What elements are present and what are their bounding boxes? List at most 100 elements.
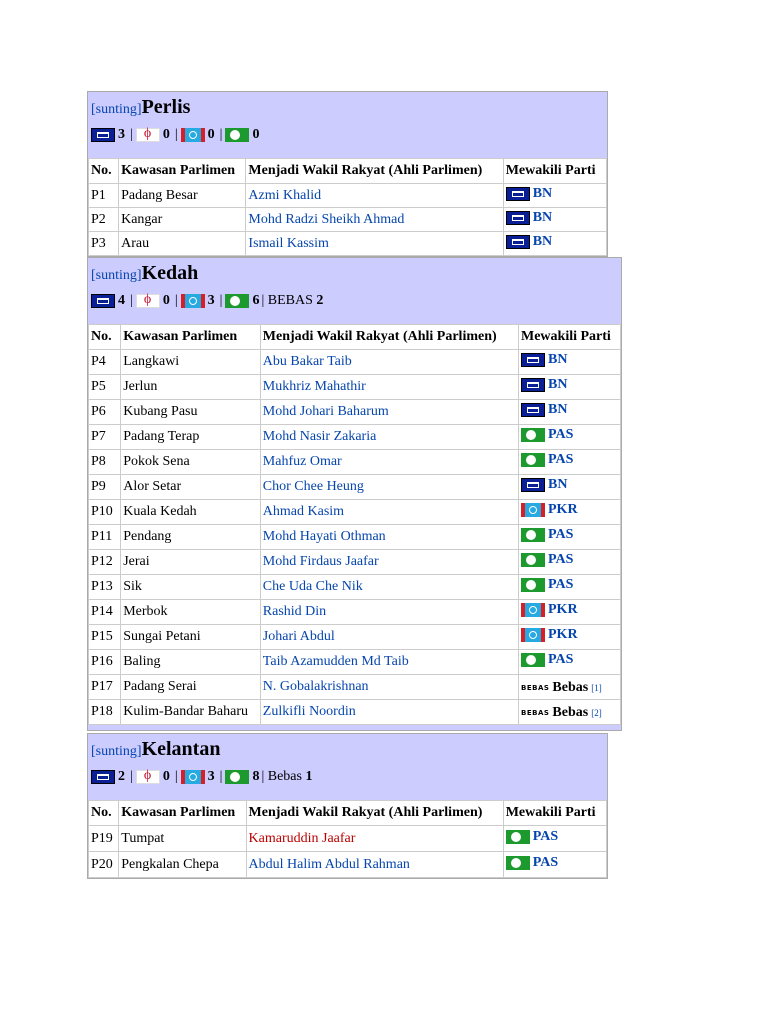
party-label[interactable]: PAS [521, 652, 573, 668]
seat-name: Pengkalan Chepa [118, 851, 247, 878]
mp-cell: Rashid Din [259, 599, 520, 625]
mp-link[interactable]: Kamaruddin Jaafar [249, 831, 356, 846]
mp-link[interactable]: Mohd Hayati Othman [263, 529, 386, 544]
party-name: PAS [548, 577, 574, 592]
pkr-flag-icon [521, 603, 545, 617]
party-label[interactable]: BN [505, 234, 552, 250]
mp-link[interactable]: Mohd Radzi Sheikh Ahmad [248, 212, 404, 227]
mp-link[interactable]: Rashid Din [263, 604, 326, 619]
table-row: P1 Padang Besar Azmi Khalid BN [87, 183, 608, 208]
party-label[interactable]: BN [505, 186, 552, 202]
table-row: P10 Kuala Kedah Ahmad Kasim PKR [87, 499, 621, 525]
mp-link[interactable]: Ahmad Kasim [263, 504, 344, 519]
party-tally: 3| 0| 0| 0 [91, 125, 604, 145]
party-tally: 4| 0| 3| 6 | BEBAS 2 [91, 291, 618, 311]
table-row: P6 Kubang Pasu Mohd Johari Baharum BN [87, 399, 621, 425]
reference-link[interactable]: [1] [591, 683, 602, 693]
mp-link[interactable]: Mohd Firdaus Jaafar [263, 554, 379, 569]
mp-link[interactable]: Abdul Halim Abdul Rahman [249, 857, 410, 872]
bn-flag-icon [91, 294, 115, 308]
bebas-label: | Bebas [261, 769, 302, 784]
mp-link[interactable]: Mahfuz Omar [263, 454, 342, 469]
mp-cell: Abdul Halim Abdul Rahman [245, 851, 504, 878]
column-header: Kawasan Parlimen [120, 324, 261, 350]
seat-name: Kulim-Bandar Baharu [120, 699, 261, 725]
party-label[interactable]: BEBAS Bebas [2] [521, 705, 602, 721]
pas-flag-icon [521, 553, 545, 567]
party-cell: BN [518, 349, 621, 375]
edit-link[interactable]: [sunting] [91, 268, 142, 283]
party-label[interactable]: PAS [521, 452, 573, 468]
party-label[interactable]: BN [521, 377, 567, 393]
mp-cell: Kamaruddin Jaafar [245, 825, 504, 852]
mp-link[interactable]: Che Uda Che Nik [263, 579, 363, 594]
party-label[interactable]: BN [521, 402, 567, 418]
party-label[interactable]: PKR [521, 627, 578, 643]
party-label[interactable]: PAS [521, 552, 573, 568]
seat-number: P6 [87, 399, 122, 425]
dap-flag-icon [135, 292, 160, 308]
bn-flag-icon [505, 186, 530, 201]
column-header: Kawasan Parlimen [118, 800, 247, 826]
party-label[interactable]: PAS [521, 427, 573, 443]
party-cell: PAS [518, 424, 621, 450]
party-label[interactable]: BN [505, 209, 553, 226]
party-cell: PKR [518, 624, 621, 650]
reference-link[interactable]: [2] [591, 708, 602, 718]
bn-flag-icon [505, 210, 530, 225]
party-label[interactable]: PKR [521, 502, 578, 518]
table-header-row: No. Kawasan Parlimen Menjadi Wakil Rakyat … [87, 158, 608, 184]
party-label[interactable]: PAS [505, 829, 558, 845]
mp-link[interactable]: N. Gobalakrishnan [263, 679, 369, 694]
mp-link[interactable]: Mohd Nasir Zakaria [263, 429, 377, 444]
party-label[interactable]: BEBAS Bebas [1] [521, 680, 602, 696]
seat-number: P16 [87, 649, 122, 675]
edit-link[interactable]: [sunting] [91, 744, 142, 759]
mp-cell: Ahmad Kasim [259, 499, 520, 525]
party-label[interactable]: PAS [521, 527, 573, 543]
table-header-row: No. Kawasan Parlimen Menjadi Wakil Rakyat … [87, 324, 621, 350]
seat-name: Alor Setar [120, 474, 261, 500]
mp-cell: Abu Bakar Taib [259, 349, 520, 375]
party-label[interactable]: PAS [505, 855, 558, 871]
section-title: Kedah [141, 262, 199, 284]
party-cell: PAS [518, 449, 621, 475]
mp-link[interactable]: Taib Azamudden Md Taib [263, 654, 409, 669]
party-cell: PAS [502, 825, 608, 852]
mp-link[interactable]: Chor Chee Heung [263, 479, 364, 494]
bn-flag-icon [505, 234, 530, 249]
party-label[interactable]: BN [521, 352, 567, 368]
party-cell: BEBAS Bebas [1] [518, 674, 621, 700]
pas-flag-icon [505, 855, 530, 870]
mp-cell: Ismail Kassim [245, 231, 504, 256]
table-row: P3 Arau Ismail Kassim BN [87, 231, 608, 256]
seat-name: Padang Besar [118, 183, 247, 208]
party-name: PKR [548, 502, 578, 517]
seat-number: P11 [87, 524, 122, 550]
bn-flag-icon [521, 378, 545, 392]
mp-link[interactable]: Abu Bakar Taib [263, 354, 352, 369]
section-header: [sunting]Perlis 3| 0| 0| 0 [88, 92, 607, 145]
results-table: No. Kawasan Parlimen Menjadi Wakil Rakyat … [87, 800, 608, 878]
column-header: Menjadi Wakil Rakyat (Ahli Parlimen) [245, 800, 504, 826]
mp-link[interactable]: Johari Abdul [263, 629, 335, 644]
mp-link[interactable]: Zulkifli Noordin [263, 704, 356, 719]
party-label[interactable]: PKR [521, 602, 578, 618]
party-name: BN [548, 402, 568, 417]
pas-flag-icon [521, 528, 545, 542]
party-cell: PAS [518, 574, 621, 600]
party-name: BN [532, 209, 553, 225]
party-name: PAS [548, 652, 574, 667]
party-cell: PKR [518, 599, 621, 625]
mp-link[interactable]: Mukhriz Mahathir [263, 379, 366, 394]
dap-count: 0 [162, 127, 170, 142]
mp-link[interactable]: Ismail Kassim [248, 236, 329, 251]
party-cell: PKR [518, 499, 621, 525]
party-cell: BEBAS Bebas [2] [518, 699, 621, 725]
mp-link[interactable]: Azmi Khalid [248, 188, 321, 203]
column-header: Menjadi Wakil Rakyat (Ahli Parlimen) [245, 158, 504, 184]
mp-link[interactable]: Mohd Johari Baharum [263, 404, 389, 419]
party-label[interactable]: PAS [521, 577, 573, 593]
edit-link[interactable]: [sunting] [91, 102, 142, 117]
party-label[interactable]: BN [521, 477, 567, 493]
